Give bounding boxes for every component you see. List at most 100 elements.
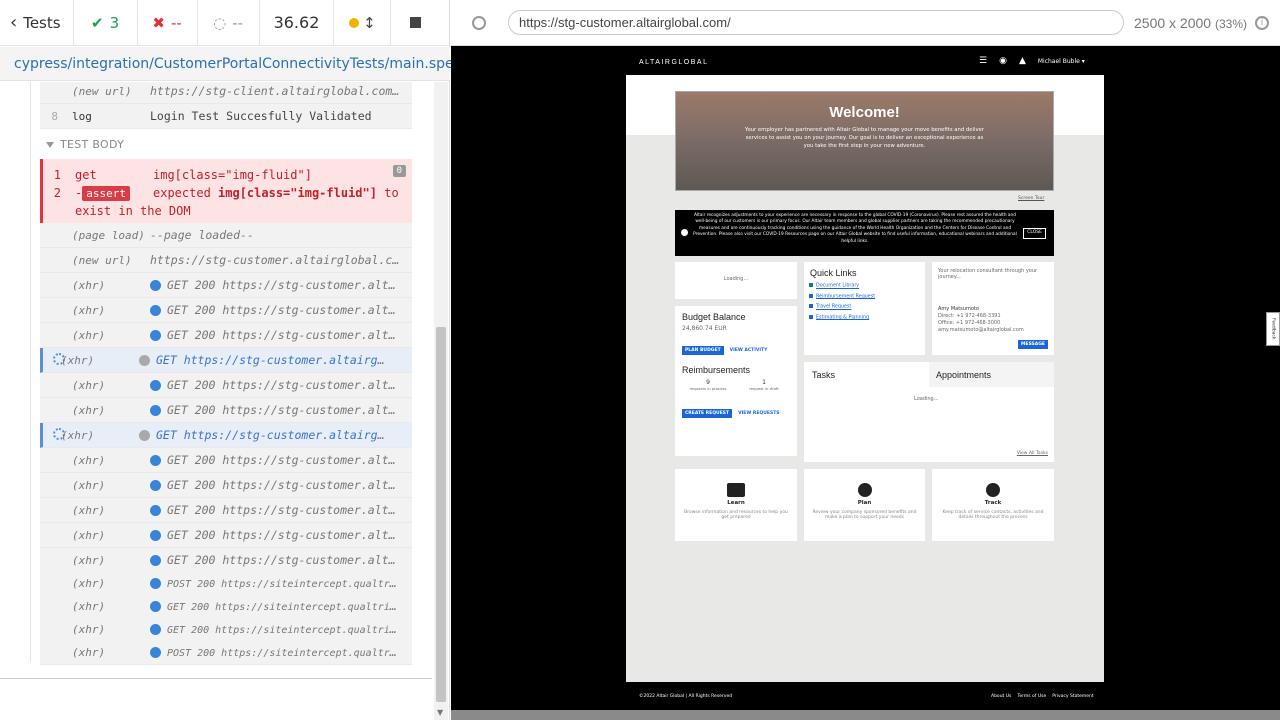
track-tile[interactable]: Track Keep track of service contacts, ac… bbox=[932, 469, 1054, 541]
command-row[interactable]: (xhr) GET https://stg-customer.altairglo… bbox=[40, 423, 412, 448]
quick-link-document-library[interactable]: Document Library bbox=[809, 283, 925, 289]
command-row[interactable]: (xhr) GET 200 https://stg-customer.altai… bbox=[40, 498, 412, 523]
about-us-link[interactable]: About Us bbox=[991, 694, 1011, 699]
chevron-left-icon: ‹ bbox=[10, 12, 18, 33]
command-message: GET 200 https://stg-customer.altai… bbox=[150, 478, 400, 492]
command-message: GET 200 https://stg-customer.altai… bbox=[150, 303, 400, 317]
browser-panel: https://stg-customer.altairglobal.com/ 2… bbox=[451, 0, 1280, 720]
command-row[interactable]: (xhr) GET https://stg-customer.altairglo… bbox=[40, 348, 412, 373]
chat-icon[interactable]: ◉ bbox=[999, 56, 1007, 66]
quick-link-travel[interactable]: Travel Request bbox=[809, 304, 925, 310]
status-dot-icon bbox=[150, 280, 161, 291]
assert-command-row[interactable]: 2 - assert expected img[class="img-fluid"… bbox=[43, 186, 412, 201]
command-row[interactable]: (xhr) GET 200 https://stg-customer.altai… bbox=[40, 273, 412, 298]
terms-link[interactable]: Terms of Use bbox=[1017, 694, 1046, 699]
app-under-test: ALTAIRGLOBAL ☰ ◉ ▲ Michael Buble ▾ Welco… bbox=[451, 48, 1280, 710]
command-row[interactable]: (xhr) GET 200 https://stg-customer.altai… bbox=[40, 523, 412, 548]
tests-nav-button[interactable]: ‹ Tests bbox=[0, 0, 74, 46]
plan-budget-button[interactable]: PLAN BUDGET bbox=[682, 346, 724, 355]
spec-path[interactable]: cypress/integration/CustomerPortalConnec… bbox=[0, 47, 477, 81]
command-message-text: GET 200 https://stg-customer.altai… bbox=[167, 503, 400, 517]
url-input[interactable]: https://stg-customer.altairglobal.com/ bbox=[508, 10, 1124, 35]
view-all-tasks-link[interactable]: View All Tasks bbox=[1017, 451, 1048, 456]
quick-link-reimbursement[interactable]: Reimbursement Request bbox=[809, 293, 925, 299]
scrollbar-thumb[interactable] bbox=[436, 327, 446, 702]
command-name: (xhr) bbox=[72, 303, 106, 317]
element-count-badge: 0 bbox=[392, 165, 406, 177]
altair-logo[interactable]: ALTAIRGLOBAL bbox=[639, 59, 708, 66]
command-message-text: GET 200 https://siteintercept.qualtrics.… bbox=[167, 602, 400, 613]
divider bbox=[0, 678, 432, 679]
command-row[interactable]: (xhr) GET 200 https://siteintercept.qualt… bbox=[40, 617, 412, 642]
command-message-text: GET 200 https://stg-customer.altai… bbox=[167, 478, 400, 492]
command-row[interactable]: (new url) https://stg-client.altairgloba… bbox=[40, 82, 412, 104]
info-icon bbox=[681, 229, 688, 236]
info-icon[interactable]: i bbox=[1254, 15, 1269, 30]
status-dot-icon bbox=[150, 578, 161, 589]
view-activity-link[interactable]: VIEW ACTIVITY bbox=[730, 348, 768, 353]
command-row[interactable]: (xhr) GET 200 https://siteintercept.qualt… bbox=[40, 594, 412, 619]
command-row[interactable]: (xhr) GET 200 https://stg-customer.altai… bbox=[40, 473, 412, 498]
command-row[interactable]: (page load) --page loaded-- bbox=[40, 223, 412, 248]
tab-appointments[interactable]: Appointments bbox=[936, 370, 991, 380]
command-message-text: GET 200 https://stg-customer.altai… bbox=[167, 328, 400, 342]
feedback-tab[interactable]: Feedback bbox=[1266, 312, 1280, 346]
status-dot-icon bbox=[150, 555, 161, 566]
close-button[interactable]: CLOSE bbox=[1023, 228, 1046, 239]
user-menu[interactable]: Michael Buble ▾ bbox=[1038, 58, 1085, 65]
command-row[interactable]: (xhr) GET 200 https://stg-customer.altai… bbox=[40, 373, 412, 398]
plan-tile[interactable]: Plan Review your company sponsored benef… bbox=[804, 469, 925, 541]
message-button[interactable]: MESSAGE bbox=[1017, 340, 1048, 349]
graduation-cap-icon bbox=[727, 483, 745, 497]
command-message: --page loaded-- bbox=[150, 228, 400, 242]
command-row[interactable]: (xhr) POST 200 https://siteintercept.qual… bbox=[40, 571, 412, 596]
budget-card: Budget Balance 24,860.74 EUR PLAN BUDGET… bbox=[675, 306, 797, 456]
stop-button[interactable] bbox=[390, 0, 440, 46]
menu-icon[interactable]: ☰ bbox=[979, 56, 987, 66]
quick-link-estimating[interactable]: Estimating & Planning bbox=[809, 314, 925, 320]
command-row[interactable]: 8 log Login Test Succesfully Validated bbox=[40, 104, 412, 129]
welcome-text: Your employer has partnered with Altair … bbox=[744, 127, 985, 149]
command-name: (xhr) bbox=[72, 453, 106, 467]
loading-widget: Loading... bbox=[675, 262, 797, 299]
command-message: GET 200 https://stg-customer.altai… bbox=[150, 378, 400, 392]
reporter-scrollbar[interactable]: ▼ bbox=[434, 82, 448, 720]
scroll-down-icon[interactable]: ▼ bbox=[437, 708, 443, 717]
bell-icon[interactable]: ▲ bbox=[1019, 56, 1026, 66]
assert-message-cont: exist in the DOM bbox=[75, 204, 191, 218]
get-command-row[interactable]: 1 get img[class="img-fluid"] bbox=[43, 164, 412, 186]
stop-icon bbox=[410, 17, 422, 28]
learn-tile[interactable]: Learn Browse information and resources t… bbox=[675, 469, 797, 541]
command-row[interactable]: (xhr) GET 200 https://stg-customer.altai… bbox=[40, 298, 412, 323]
circle-notch-icon: ◌ bbox=[213, 13, 227, 32]
check-icon: ✔ bbox=[91, 13, 104, 32]
command-message: GET 200 https://stg-customer.altai… bbox=[150, 403, 400, 417]
status-dot-icon bbox=[150, 305, 161, 316]
privacy-link[interactable]: Privacy Statement bbox=[1052, 694, 1093, 699]
command-row[interactable]: (new url) https://stg-customer.altairglob… bbox=[40, 248, 412, 273]
assert-badge: assert bbox=[82, 186, 130, 201]
status-dot-icon bbox=[150, 647, 161, 658]
selector-playground-icon[interactable] bbox=[472, 15, 486, 30]
command-row[interactable]: (xhr) POST 200 https://siteintercept.qual… bbox=[40, 640, 412, 665]
tab-tasks[interactable]: Tasks bbox=[812, 370, 835, 380]
consultant-card: Your relocation consultant through your … bbox=[932, 262, 1054, 355]
command-message: GET 200 https://siteintercept.qualtrics.… bbox=[150, 599, 400, 613]
row-number bbox=[43, 352, 65, 368]
status-dot-icon bbox=[150, 405, 161, 416]
auto-scroll-toggle[interactable]: ↕ bbox=[334, 0, 390, 46]
command-row[interactable]: (xhr) GET 200 https://stg-customer.altai… bbox=[40, 398, 412, 423]
status-dot-icon bbox=[150, 505, 161, 516]
test-body-header[interactable]: TEST BODY bbox=[46, 138, 124, 151]
command-row[interactable]: (xhr) GET 200 https://stg-customer.altai… bbox=[40, 548, 412, 573]
command-row[interactable]: (xhr) GET 200 https://stg-customer.altai… bbox=[40, 323, 412, 348]
command-message: GET 200 https://stg-customer.altai… bbox=[150, 528, 400, 542]
status-dot-icon bbox=[139, 355, 150, 366]
create-request-button[interactable]: CREATE REQUEST bbox=[682, 409, 733, 418]
screen-tour-link[interactable]: Screen Tour bbox=[1018, 196, 1044, 201]
command-row[interactable]: (xhr) GET 200 https://stg-customer.altai… bbox=[40, 448, 412, 473]
row-number bbox=[43, 427, 65, 443]
view-requests-link[interactable]: VIEW REQUESTS bbox=[738, 411, 779, 416]
route-icon bbox=[857, 483, 872, 497]
failed-command-block[interactable]: 1 get img[class="img-fluid"] 0 2 - assert… bbox=[40, 159, 412, 224]
